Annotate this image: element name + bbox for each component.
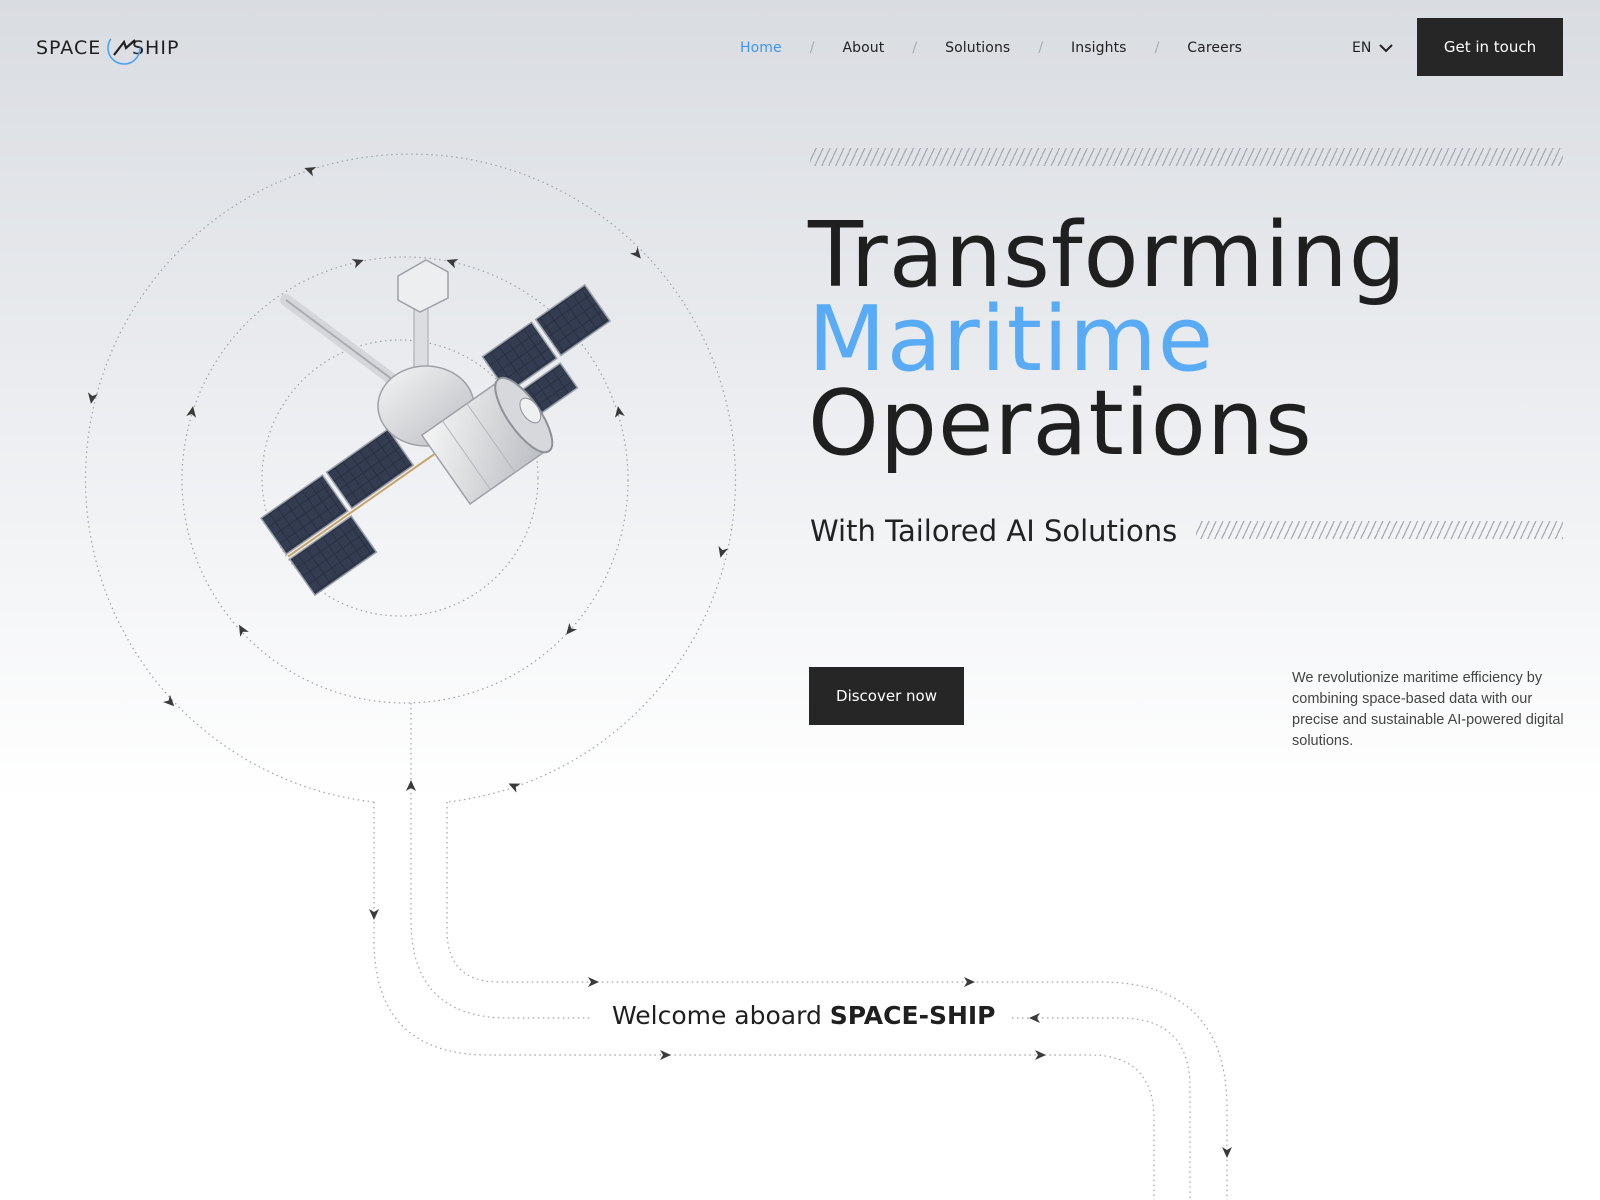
headline-line-3: Operations	[808, 371, 1313, 476]
decorative-hatch	[1196, 521, 1563, 539]
headline-line-2: Maritime	[808, 287, 1215, 392]
chevron-down-icon	[1379, 44, 1394, 53]
nav-item-solutions[interactable]: Solutions	[945, 40, 1010, 56]
welcome-banner: Welcome aboard SPACE-SHIP	[604, 1001, 1004, 1030]
main-nav: Home / About / Solutions / Insights / Ca…	[740, 36, 1242, 60]
brand-logo[interactable]: SPACE SHIP	[36, 28, 196, 70]
svg-text:SHIP: SHIP	[132, 37, 179, 59]
get-in-touch-button[interactable]: Get in touch	[1417, 18, 1563, 76]
svg-text:SPACE: SPACE	[36, 37, 101, 59]
nav-separator: /	[912, 40, 918, 56]
nav-separator: /	[1038, 40, 1044, 56]
nav-item-careers[interactable]: Careers	[1187, 40, 1242, 56]
hero-description: We revolutionize maritime efficiency by …	[1292, 670, 1564, 749]
language-selector[interactable]: EN	[1352, 36, 1394, 60]
hero-subheadline: With Tailored AI Solutions	[810, 514, 1178, 548]
discover-now-button[interactable]: Discover now	[809, 667, 964, 725]
satellite-illustration	[259, 259, 612, 597]
hero-headline: Transforming Maritime Operations	[808, 203, 1407, 476]
nav-item-about[interactable]: About	[842, 40, 884, 56]
welcome-prefix: Welcome aboard	[612, 1001, 830, 1030]
nav-item-home[interactable]: Home	[740, 40, 782, 56]
nav-item-insights[interactable]: Insights	[1071, 40, 1127, 56]
language-label: EN	[1352, 40, 1372, 56]
decorative-hatch	[810, 148, 1563, 166]
nav-separator: /	[1154, 40, 1160, 56]
nav-separator: /	[809, 40, 815, 56]
headline-line-1: Transforming	[808, 203, 1407, 308]
welcome-brand: SPACE-SHIP	[829, 1001, 996, 1030]
